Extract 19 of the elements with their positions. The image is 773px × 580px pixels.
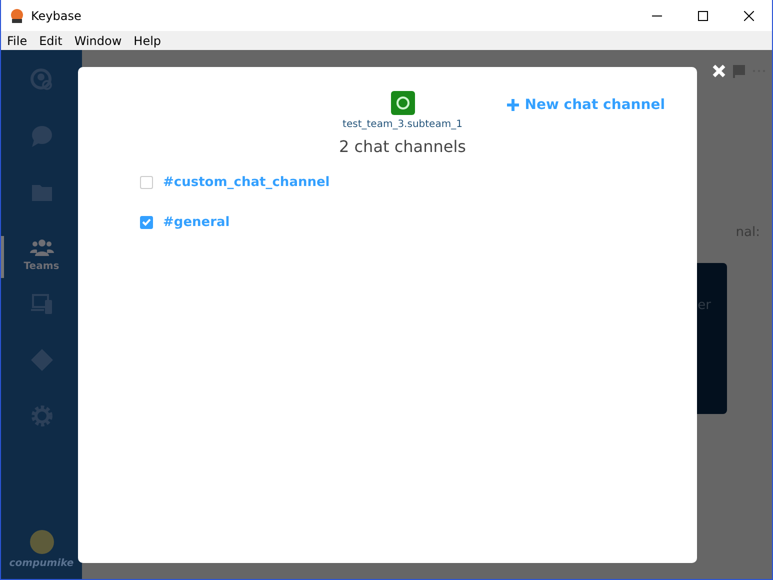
- team-name: test_team_3.subteam_1: [342, 119, 462, 130]
- channel-checkbox[interactable]: [140, 216, 153, 228]
- menu-item[interactable]: Help: [128, 34, 168, 48]
- git-icon: [30, 348, 54, 372]
- plus-icon: [506, 99, 519, 111]
- app-logo-icon: [9, 8, 25, 24]
- menu-item[interactable]: Window: [68, 34, 128, 48]
- team-avatar-icon: [390, 91, 414, 115]
- settings-icon: [30, 404, 54, 428]
- chat-icon: [30, 124, 54, 148]
- close-icon[interactable]: [712, 64, 726, 78]
- channel-count-heading: 2 chat channels: [338, 137, 466, 156]
- window-title: Keybase: [31, 8, 82, 22]
- people-icon: [30, 68, 54, 92]
- menu-item[interactable]: File: [1, 34, 34, 48]
- username: compumike: [9, 558, 74, 569]
- channel-checkbox[interactable]: [140, 176, 153, 188]
- devices-icon: [30, 292, 54, 316]
- menu-item[interactable]: Edit: [33, 34, 68, 48]
